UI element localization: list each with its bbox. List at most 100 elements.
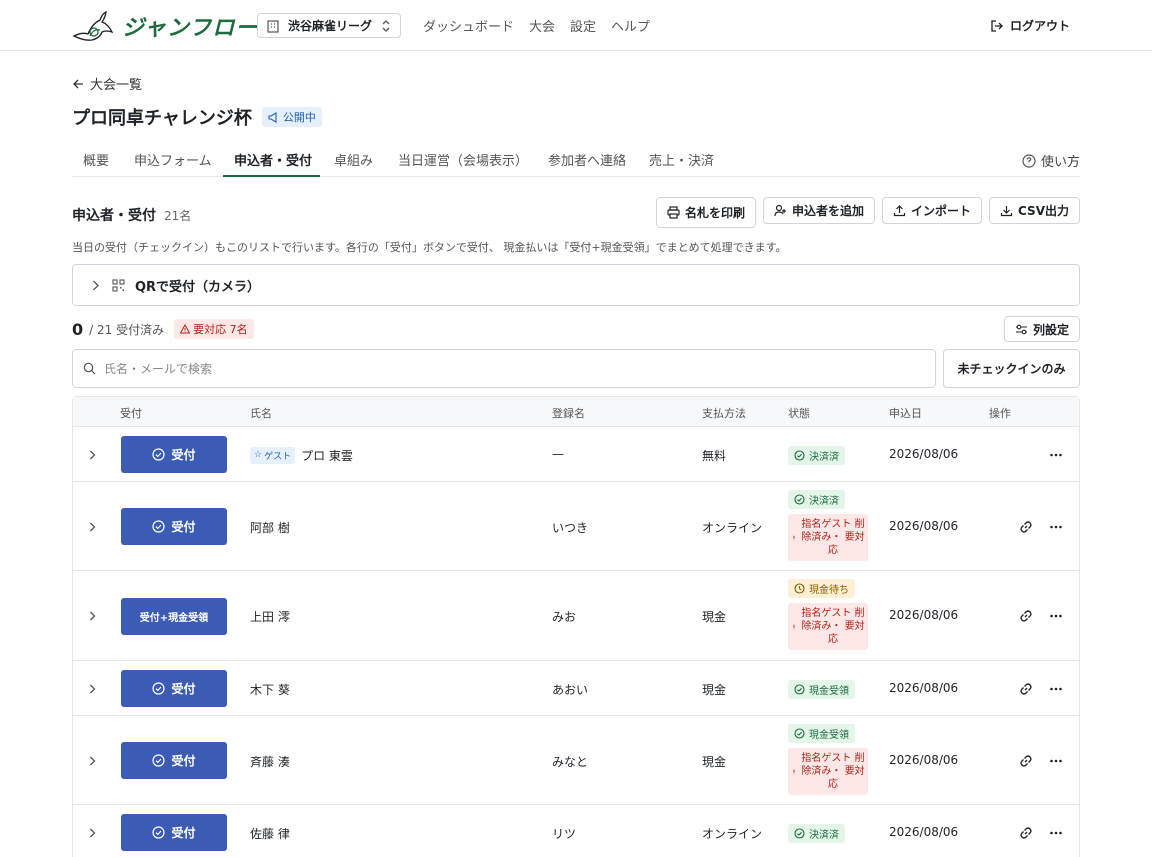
tab-contact[interactable]: 参加者へ連絡 bbox=[548, 150, 626, 169]
upload-icon bbox=[893, 205, 906, 217]
print-nametags-button[interactable]: 名札を印刷 bbox=[655, 197, 756, 228]
checkin-button-label: 受付 bbox=[171, 682, 196, 696]
checkin-button[interactable]: 受付 bbox=[121, 814, 227, 851]
warning-icon bbox=[793, 769, 795, 774]
payment-method: 現金 bbox=[702, 682, 727, 697]
section-hint: 当日の受付（チェックイン）もこのリストで行います。各行の「受付」ボタンで受付、 … bbox=[72, 241, 787, 254]
link-icon[interactable] bbox=[1019, 754, 1033, 768]
checkin-button[interactable]: 受付 bbox=[121, 508, 227, 545]
import-button[interactable]: インポート bbox=[882, 197, 983, 224]
status-badge-label: 決済済 bbox=[809, 451, 839, 463]
download-icon bbox=[1000, 206, 1013, 217]
payment-method: 無料 bbox=[702, 448, 727, 463]
registered-name: みなと bbox=[552, 754, 589, 769]
status-badge-label: 決済済 bbox=[809, 829, 839, 841]
checkin-button-label: 受付 bbox=[171, 448, 196, 462]
checkin-button[interactable]: 受付+現金受領 bbox=[121, 597, 227, 635]
checkin-counter: 0 / 21 受付済み 要対応 7名 bbox=[72, 319, 254, 339]
status-badge: 公開中 bbox=[261, 107, 322, 127]
link-icon[interactable] bbox=[1019, 826, 1033, 840]
qr-checkin-toggle[interactable]: QRで受付（カメラ） bbox=[72, 264, 1080, 306]
expand-row-icon[interactable] bbox=[86, 610, 98, 622]
more-options-icon[interactable] bbox=[1049, 520, 1063, 534]
application-date: 2026/08/06 bbox=[889, 518, 959, 533]
link-icon[interactable] bbox=[1019, 682, 1033, 696]
expand-row-icon[interactable] bbox=[86, 521, 98, 533]
csv-export-button[interactable]: CSV出力 bbox=[989, 197, 1080, 224]
link-icon[interactable] bbox=[1019, 520, 1033, 534]
check-circle-icon bbox=[794, 449, 805, 461]
checkin-button[interactable]: 受付 bbox=[121, 436, 227, 473]
registered-name: リツ bbox=[552, 826, 577, 841]
status-cell: 現金受領 bbox=[788, 679, 855, 699]
building-icon bbox=[267, 19, 279, 33]
column-settings-button[interactable]: 列設定 bbox=[1003, 316, 1080, 342]
tab-applicants[interactable]: 申込者・受付 bbox=[234, 150, 312, 169]
status-badge: 決済済 bbox=[788, 445, 845, 465]
more-options-icon[interactable] bbox=[1049, 609, 1063, 623]
logout-label: ログアウト bbox=[1009, 19, 1070, 33]
checkin-button[interactable]: 受付 bbox=[121, 670, 227, 707]
applicant-name: 斉藤 湊 bbox=[250, 753, 290, 770]
more-options-icon[interactable] bbox=[1049, 754, 1063, 768]
status-badge: 指名ゲスト 削除済み・ 要対応 bbox=[788, 748, 868, 795]
application-date: 2026/08/06 bbox=[889, 608, 959, 622]
tab-sales[interactable]: 売上・決済 bbox=[649, 150, 714, 169]
nav-dashboard[interactable]: ダッシュボード bbox=[423, 16, 514, 35]
question-circle-icon bbox=[1022, 153, 1036, 168]
tab-day-ops[interactable]: 当日運営（会場表示） bbox=[398, 150, 528, 169]
nav-help[interactable]: ヘルプ bbox=[611, 16, 650, 35]
print-nametags-label: 名札を印刷 bbox=[684, 206, 745, 220]
title-row: プロ同卓チャレンジ杯 公開中 bbox=[72, 104, 322, 130]
section-title: 申込者・受付 21名 bbox=[72, 205, 191, 225]
tab-overview[interactable]: 概要 bbox=[83, 150, 109, 169]
check-circle-icon bbox=[152, 826, 166, 839]
checkin-button-label: 受付 bbox=[171, 520, 196, 534]
expand-row-icon[interactable] bbox=[86, 827, 98, 839]
table-row: 受付 佐藤 律 リツ オンライン 決済済 2026/08/06 bbox=[73, 805, 1079, 857]
chevron-right-icon bbox=[93, 280, 99, 290]
alert-badge[interactable]: 要対応 7名 bbox=[174, 319, 254, 339]
status-badge-label: 現金受領 bbox=[809, 730, 849, 741]
applicant-name-text: 木下 葵 bbox=[250, 682, 290, 697]
applicant-name-text: 佐藤 律 bbox=[250, 826, 290, 841]
col-header-actions: 操作 bbox=[989, 407, 1011, 420]
more-options-icon[interactable] bbox=[1049, 826, 1063, 840]
more-options-icon[interactable] bbox=[1049, 448, 1063, 462]
unchecked-only-filter-button[interactable]: 未チェックインのみ bbox=[943, 349, 1080, 388]
applicant-name: 佐藤 律 bbox=[250, 825, 290, 842]
tab-application-form[interactable]: 申込フォーム bbox=[134, 150, 212, 169]
applicant-count: 21名 bbox=[164, 209, 192, 223]
status-cell: 現金待ち 指名ゲスト 削除済み・ 要対応 bbox=[788, 579, 868, 650]
search-box bbox=[72, 349, 936, 388]
page-title: プロ同卓チャレンジ杯 bbox=[72, 108, 252, 129]
tab-tables[interactable]: 卓組み bbox=[334, 150, 373, 169]
applicant-name: 上田 澪 bbox=[250, 608, 290, 625]
csv-export-label: CSV出力 bbox=[1018, 204, 1069, 218]
active-tab-indicator bbox=[223, 175, 320, 177]
check-circle-icon bbox=[152, 754, 166, 767]
link-icon[interactable] bbox=[1019, 609, 1033, 623]
search-input[interactable] bbox=[104, 361, 904, 376]
check-circle-icon bbox=[152, 448, 166, 461]
expand-row-icon[interactable] bbox=[86, 449, 98, 461]
logout-button[interactable]: ログアウト bbox=[990, 17, 1070, 34]
warning-icon bbox=[793, 624, 795, 629]
column-settings-label: 列設定 bbox=[1032, 322, 1069, 337]
expand-row-icon[interactable] bbox=[86, 755, 98, 767]
org-select[interactable]: 渋谷麻雀リーグ bbox=[257, 13, 401, 38]
checkin-button[interactable]: 受付 bbox=[121, 742, 227, 779]
nav-settings[interactable]: 設定 bbox=[570, 16, 596, 35]
nav-tournaments[interactable]: 大会 bbox=[529, 16, 555, 35]
back-link[interactable]: 大会一覧 bbox=[72, 74, 142, 93]
section-actions: 名札を印刷 申込者を追加 インポート CSV出力 bbox=[655, 197, 1080, 228]
brand-logo[interactable]: ジャンフロー bbox=[72, 10, 258, 42]
expand-row-icon[interactable] bbox=[86, 683, 98, 695]
add-applicant-button[interactable]: 申込者を追加 bbox=[763, 197, 876, 224]
col-header-registered-name: 登録名 bbox=[552, 407, 585, 420]
help-link[interactable]: 使い方 bbox=[1022, 151, 1080, 170]
warning-icon bbox=[793, 535, 795, 540]
applicant-name-text: 斉藤 湊 bbox=[250, 754, 290, 769]
top-bar: ジャンフロー 渋谷麻雀リーグ ダッシュボード 大会 設定 ヘルプ ログアウト bbox=[0, 0, 1152, 51]
more-options-icon[interactable] bbox=[1049, 682, 1063, 696]
